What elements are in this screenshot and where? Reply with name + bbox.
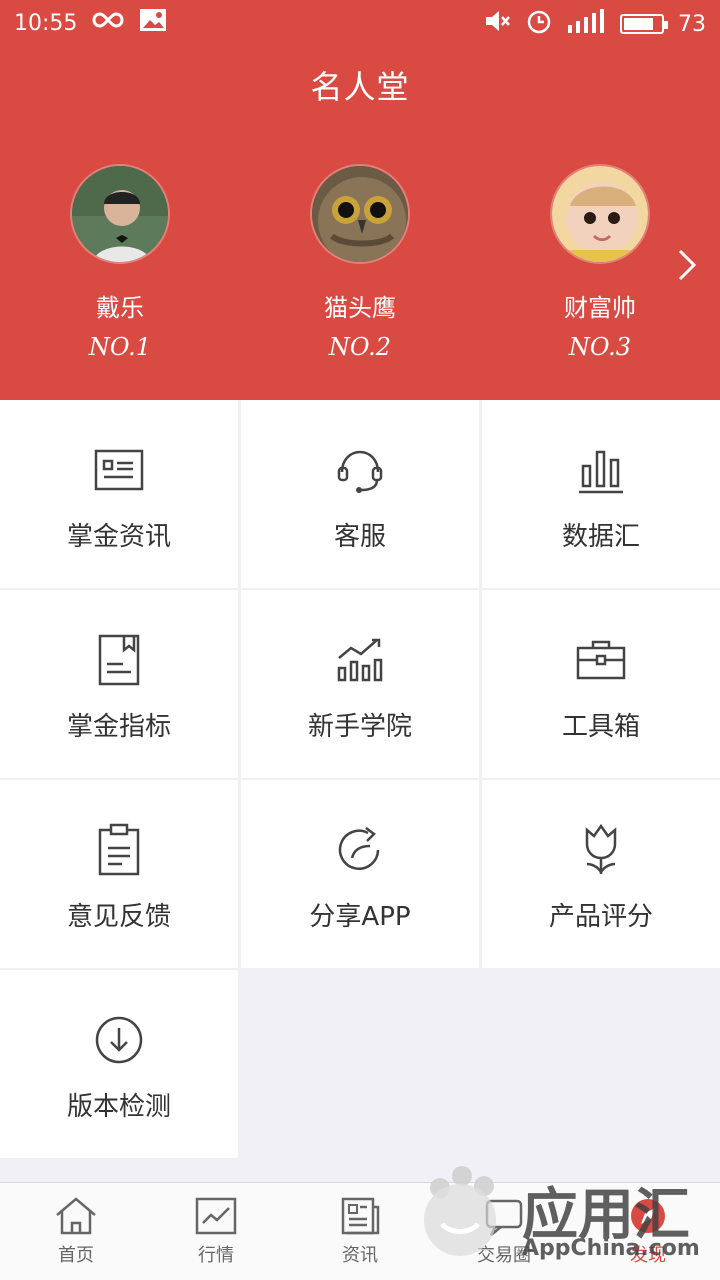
menu-item-feedback[interactable]: 意见反馈 <box>0 780 238 968</box>
mute-icon <box>484 9 512 39</box>
menu-item-toolbox[interactable]: 工具箱 <box>482 590 720 778</box>
hall-member-name: 猫头鹰 <box>324 294 396 322</box>
menu-label: 数据汇 <box>561 522 640 552</box>
toolbox-icon <box>571 630 631 690</box>
menu-label: 版本检测 <box>66 1092 171 1122</box>
menu-item-news[interactable]: 掌金资讯 <box>0 400 238 588</box>
bar-chart-icon <box>571 440 631 500</box>
chevron-right-icon[interactable] <box>672 245 700 285</box>
hall-member-name: 财富帅 <box>564 294 636 322</box>
battery-level: 73 <box>678 11 706 37</box>
menu-label: 掌金资讯 <box>66 522 171 552</box>
share-refresh-icon <box>330 820 390 880</box>
alarm-icon <box>526 8 552 40</box>
appchina-watermark: 应用汇 AppChina.com <box>410 1158 710 1268</box>
status-time: 10:55 <box>14 10 78 36</box>
menu-item-version-check[interactable]: 版本检测 <box>0 970 238 1158</box>
tab-market[interactable]: 行情 <box>144 1183 288 1280</box>
hall-member-2[interactable]: 猫头鹰 NO.2 <box>240 164 480 361</box>
hall-member-1[interactable]: 戴乐 NO.1 <box>0 164 240 361</box>
document-icon <box>89 630 149 690</box>
infinity-icon <box>91 10 125 36</box>
tab-home[interactable]: 首页 <box>4 1183 148 1280</box>
watermark-subtitle: AppChina.com <box>522 1236 700 1261</box>
avatar <box>550 164 650 264</box>
hall-member-rank: NO.3 <box>568 333 632 361</box>
page-title: 名人堂 <box>310 68 410 106</box>
growth-chart-icon <box>330 630 390 690</box>
status-bar: 10:55 73 <box>0 0 720 44</box>
menu-item-academy[interactable]: 新手学院 <box>241 590 479 778</box>
menu-item-data[interactable]: 数据汇 <box>482 400 720 588</box>
trend-icon <box>193 1195 239 1237</box>
menu-item-rating[interactable]: 产品评分 <box>482 780 720 968</box>
home-icon <box>53 1195 99 1237</box>
news-icon <box>89 440 149 500</box>
headset-icon <box>330 440 390 500</box>
tab-label: 行情 <box>198 1245 234 1266</box>
battery-icon <box>620 14 668 34</box>
clipboard-icon <box>89 820 149 880</box>
hall-member-rank: NO.1 <box>88 333 152 361</box>
image-notification-icon <box>139 8 167 38</box>
menu-label: 客服 <box>333 522 386 552</box>
menu-label: 工具箱 <box>561 712 640 742</box>
tab-label: 首页 <box>58 1245 94 1266</box>
hall-member-name: 戴乐 <box>96 294 144 322</box>
menu-label: 意见反馈 <box>66 902 171 932</box>
menu-label: 分享APP <box>309 902 411 932</box>
signal-icon <box>566 9 606 39</box>
download-circle-icon <box>89 1010 149 1070</box>
tulip-icon <box>571 820 631 880</box>
menu-item-share[interactable]: 分享APP <box>241 780 479 968</box>
newspaper-icon <box>337 1195 383 1237</box>
avatar <box>70 164 170 264</box>
menu-label: 新手学院 <box>307 712 412 742</box>
menu-item-indicators[interactable]: 掌金指标 <box>0 590 238 778</box>
menu-label: 掌金指标 <box>66 712 171 742</box>
hall-of-fame: 戴乐 NO.1 猫头鹰 NO.2 财富帅 NO.3 <box>0 164 720 364</box>
menu-label: 产品评分 <box>548 902 653 932</box>
hero-header: 10:55 73 名人堂 戴乐 NO.1 猫头鹰 NO.2 财富帅 NO.3 <box>0 0 720 400</box>
menu-item-customer-service[interactable]: 客服 <box>241 400 479 588</box>
avatar <box>310 164 410 264</box>
hall-member-rank: NO.2 <box>328 333 392 361</box>
watermark-logo-icon <box>410 1158 520 1272</box>
